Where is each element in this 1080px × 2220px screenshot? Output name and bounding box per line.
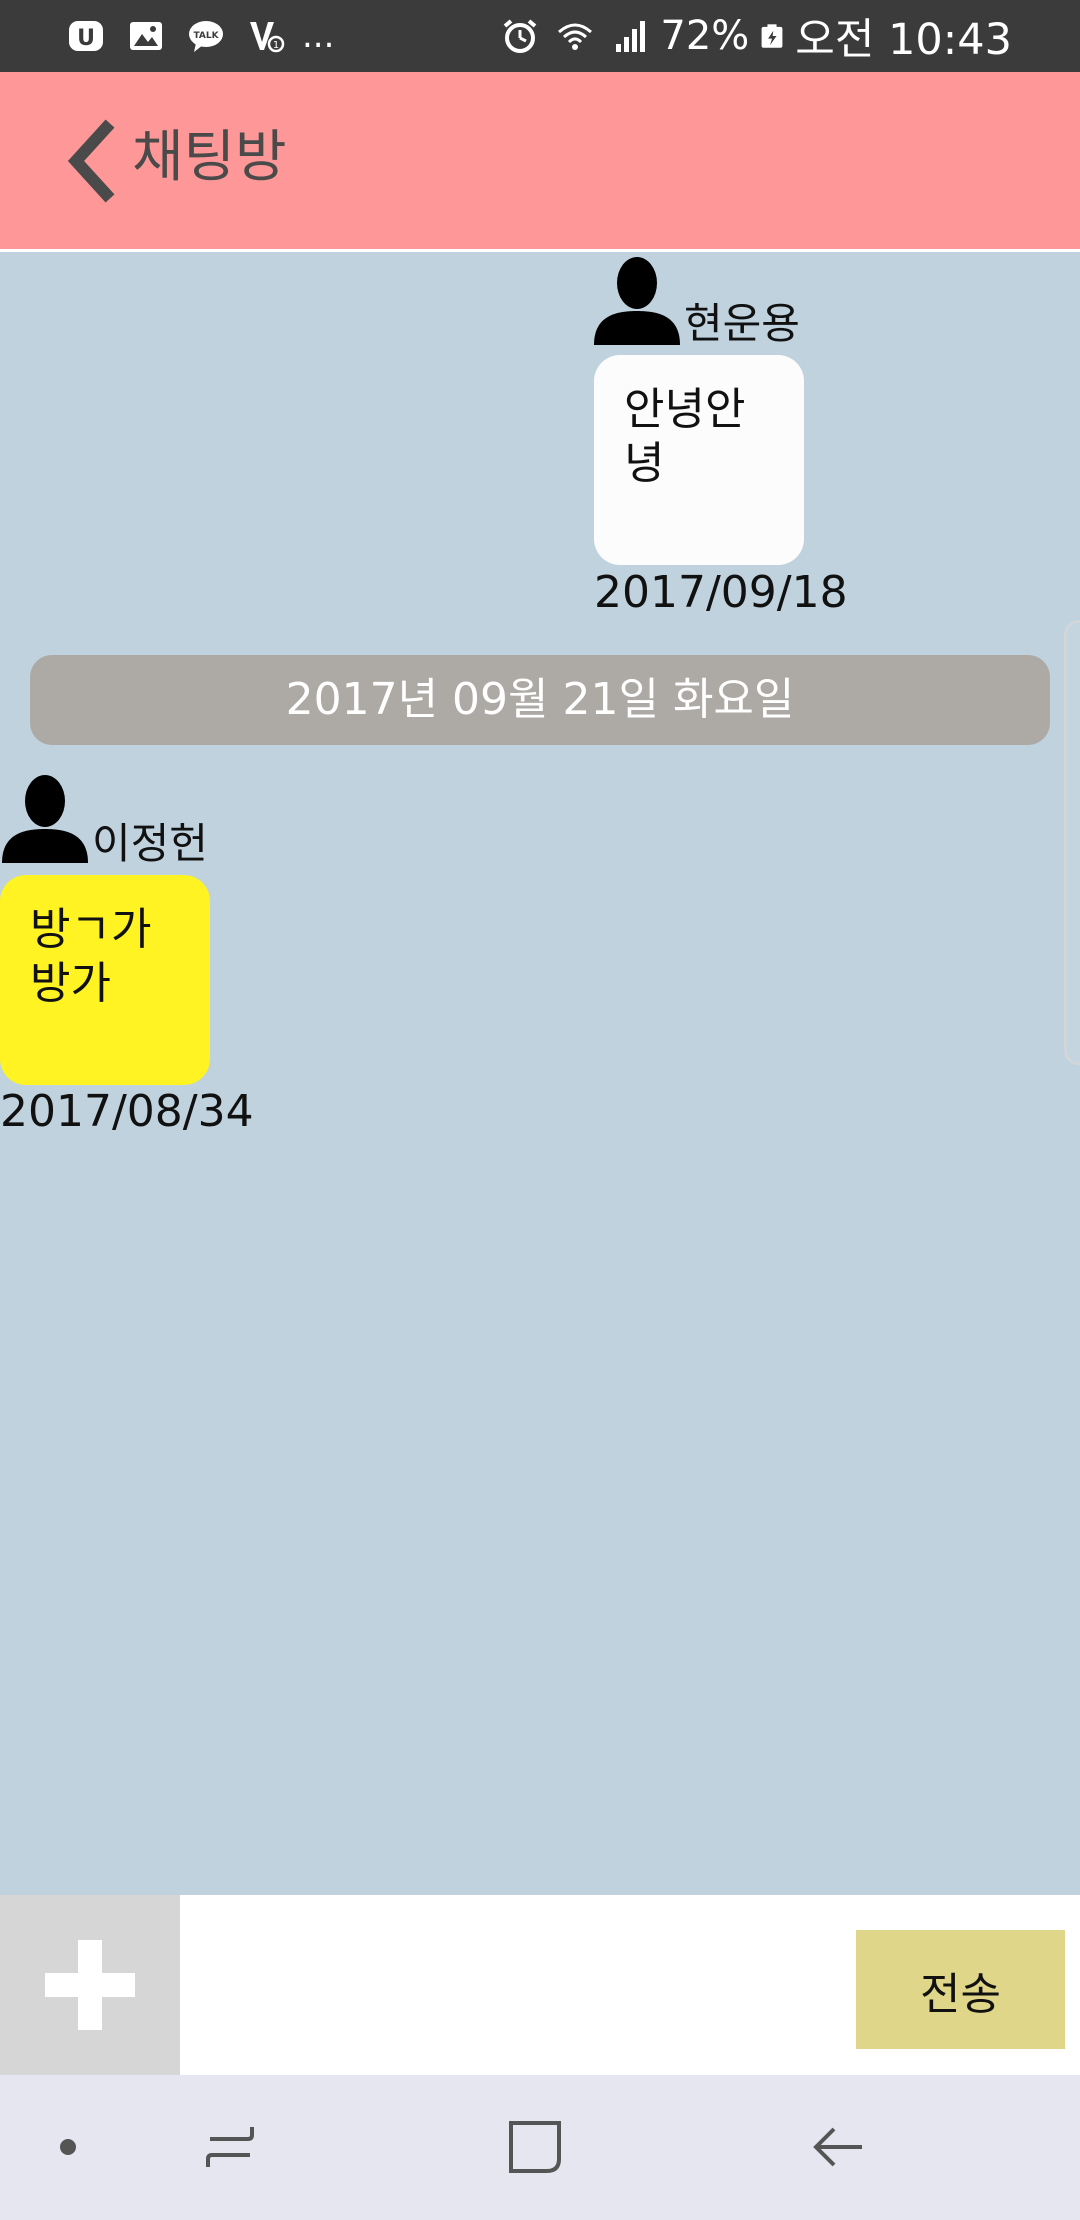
message-input-bar: 전송 [0, 1895, 1080, 2075]
message-date: 2017/08/34 [0, 1086, 254, 1137]
avatar-icon[interactable] [592, 255, 682, 345]
message-bubble[interactable]: 방ㄱ가 방가 [0, 875, 210, 1085]
svg-text:1: 1 [273, 40, 279, 51]
alarm-icon [504, 19, 537, 53]
kakaotalk-icon: TALK [189, 21, 223, 52]
home-icon[interactable] [505, 2117, 565, 2177]
attach-button[interactable] [0, 1895, 180, 2075]
avatar-icon[interactable] [0, 773, 90, 863]
system-nav-bar [0, 2075, 1080, 2220]
sender-name: 이정헌 [92, 819, 208, 868]
svg-text:TALK: TALK [193, 31, 219, 41]
signal-icon [616, 21, 646, 52]
battery-percent: 72% [660, 13, 750, 59]
send-button[interactable]: 전송 [856, 1930, 1065, 2049]
message-bubble[interactable]: 안녕안 녕 [594, 355, 804, 565]
back-chevron-icon[interactable] [62, 116, 122, 206]
date-divider: 2017년 09월 21일 화요일 [30, 655, 1050, 745]
svg-text:U: U [77, 26, 95, 51]
volte-icon: 1 [250, 22, 285, 53]
dot-icon[interactable] [38, 2117, 98, 2177]
more-notifications: ... [302, 16, 335, 56]
gallery-icon [130, 22, 162, 50]
back-arrow-icon[interactable] [808, 2117, 868, 2177]
app-header: 채팅방 [0, 72, 1080, 252]
sender-name: 현운용 [684, 299, 800, 348]
page-title: 채팅방 [132, 125, 287, 190]
clock: 오전 10:43 [795, 15, 1012, 65]
battery-icon [761, 24, 783, 48]
wifi-icon [558, 23, 593, 50]
status-bar: U TALK 1 ... 72% 오전 10:43 [0, 0, 1080, 72]
message-input[interactable] [184, 1905, 834, 2065]
recent-apps-icon[interactable] [200, 2117, 260, 2177]
chat-message-list[interactable]: 현운용 안녕안 녕 2017/09/18 2017년 09월 21일 화요일 이… [0, 255, 1080, 1895]
scroll-handle[interactable] [1064, 620, 1080, 1065]
notification-icons: U TALK 1 ... [66, 14, 334, 58]
message-date: 2017/09/18 [594, 567, 848, 618]
u-plus-icon: U [69, 21, 103, 51]
system-status: 72% 오전 10:43 [500, 10, 1012, 65]
